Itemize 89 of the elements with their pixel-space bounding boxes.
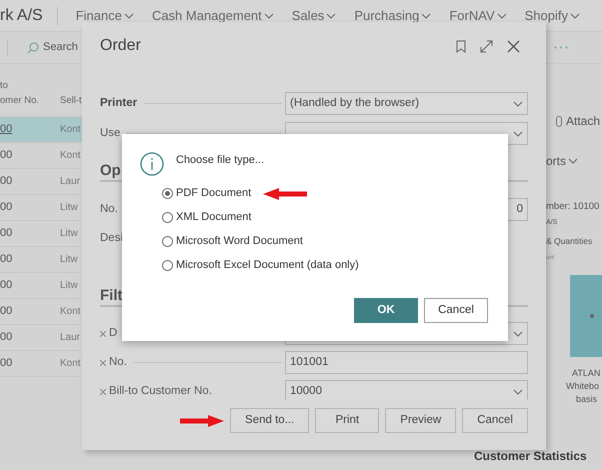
- arrow-icon: [263, 188, 308, 200]
- factbox-text: & Quantities: [546, 234, 594, 248]
- radio-option[interactable]: XML Document: [162, 209, 252, 226]
- dialog-button[interactable]: Cancel: [462, 408, 528, 433]
- table-cell-text: Litw: [60, 227, 78, 241]
- dialog-title: Order: [100, 36, 141, 56]
- field-label: No.: [109, 354, 127, 370]
- search-icon: [27, 42, 39, 54]
- table-cell-text: 00: [0, 278, 14, 294]
- list-row[interactable]: 00 Kont: [0, 117, 85, 143]
- cancel-button[interactable]: Cancel: [424, 298, 488, 323]
- radio-option[interactable]: PDF Document: [162, 185, 252, 202]
- section-heading: Filt: [100, 288, 122, 303]
- menu-item[interactable]: Purchasing: [354, 6, 432, 26]
- table-cell-text: Kont: [60, 123, 81, 137]
- radio-button[interactable]: [162, 188, 173, 199]
- table-cell-text: Litw: [60, 279, 78, 293]
- table-cell-text: 00: [0, 356, 14, 372]
- chevron-down-icon: [326, 12, 336, 18]
- paperclip-icon: [556, 116, 562, 126]
- factbox-text: mber: 10100: [546, 200, 600, 214]
- table-cell-text: Litw: [60, 201, 78, 215]
- table-cell-text: 00: [0, 174, 14, 190]
- remove-filter-icon[interactable]: [100, 388, 106, 394]
- table-cell-text: Laur: [60, 331, 80, 345]
- table-cell-text: 00: [0, 330, 14, 346]
- menu-item[interactable]: Shopify: [524, 6, 580, 26]
- arrow-icon: [180, 414, 224, 426]
- close-icon[interactable]: [507, 40, 520, 52]
- field-label: Use: [100, 126, 120, 141]
- chevron-down-icon: [513, 330, 523, 336]
- menu-item[interactable]: ForNAV: [449, 6, 507, 26]
- chevron-down-icon: [496, 12, 507, 18]
- radio-button[interactable]: [162, 260, 173, 271]
- menu-item[interactable]: Cash Management: [152, 6, 274, 26]
- column-header: Sell-t: [60, 94, 82, 108]
- dropdown-field[interactable]: (Handled by the browser): [285, 92, 528, 115]
- table-cell-text: Laur: [60, 175, 80, 189]
- table-cell-text: 00: [0, 226, 14, 242]
- remove-filter-icon[interactable]: [100, 360, 106, 366]
- field-label: D: [109, 326, 118, 341]
- table-cell-text: Litw: [60, 253, 78, 267]
- chevron-down-icon: [570, 12, 580, 18]
- chevron-down-icon: [264, 12, 274, 18]
- search-button[interactable]: Search: [27, 39, 78, 56]
- table-cell-text: 00: [0, 200, 14, 216]
- field-label: No.: [100, 202, 118, 217]
- remove-filter-icon[interactable]: [100, 330, 106, 336]
- reports-menu[interactable]: orts: [546, 152, 602, 170]
- section-heading: Op: [100, 163, 121, 178]
- table-cell-text: Kont: [60, 357, 81, 371]
- chevron-down-icon: [421, 12, 432, 18]
- dialog-button[interactable]: Preview: [385, 408, 456, 433]
- table-cell-text: 00: [0, 252, 14, 268]
- ok-button[interactable]: OK: [354, 298, 418, 323]
- factbox-heading: Customer Statistics: [474, 448, 587, 465]
- field-label: Printer: [100, 96, 138, 111]
- bookmark-icon[interactable]: [456, 40, 466, 52]
- dialog-button[interactable]: Send to...: [230, 408, 310, 433]
- chevron-down-icon: [124, 12, 134, 18]
- table-cell-text: 00: [0, 148, 14, 164]
- expand-icon[interactable]: [480, 40, 493, 52]
- column-header: omer No.: [0, 94, 40, 108]
- menu-item[interactable]: Finance: [76, 6, 134, 26]
- table-cell-text: 00: [0, 304, 14, 320]
- radio-option[interactable]: Microsoft Word Document: [162, 233, 303, 250]
- chevron-down-icon: [513, 388, 523, 394]
- chevron-down-icon: [513, 100, 523, 106]
- chevron-down-icon: [568, 158, 578, 164]
- attachments-link[interactable]: Attach: [566, 112, 600, 130]
- chevron-down-icon: [513, 130, 523, 136]
- radio-option[interactable]: Microsoft Excel Document (data only): [162, 257, 359, 274]
- info-icon: [140, 152, 164, 176]
- company-name: rk A/S: [0, 6, 43, 26]
- chart-label: Whitebo: [566, 380, 600, 392]
- table-cell-text: Kont: [60, 305, 81, 319]
- input-field[interactable]: 101001: [285, 351, 528, 374]
- dialog-button[interactable]: Print: [315, 408, 380, 433]
- table-cell-text: Kont: [60, 149, 81, 163]
- field-label: Bill-to Customer No.: [109, 384, 212, 399]
- menu-item[interactable]: Sales: [292, 6, 336, 26]
- dropdown-field[interactable]: 10000: [285, 380, 528, 400]
- table-cell-text: 00: [0, 122, 14, 138]
- chart-label: ATLAN: [572, 366, 602, 380]
- radio-button[interactable]: [162, 236, 173, 247]
- column-header: to: [0, 79, 9, 93]
- dialog-message: Choose file type...: [176, 152, 264, 168]
- radio-button[interactable]: [162, 212, 173, 223]
- chart-label: basis: [576, 392, 598, 406]
